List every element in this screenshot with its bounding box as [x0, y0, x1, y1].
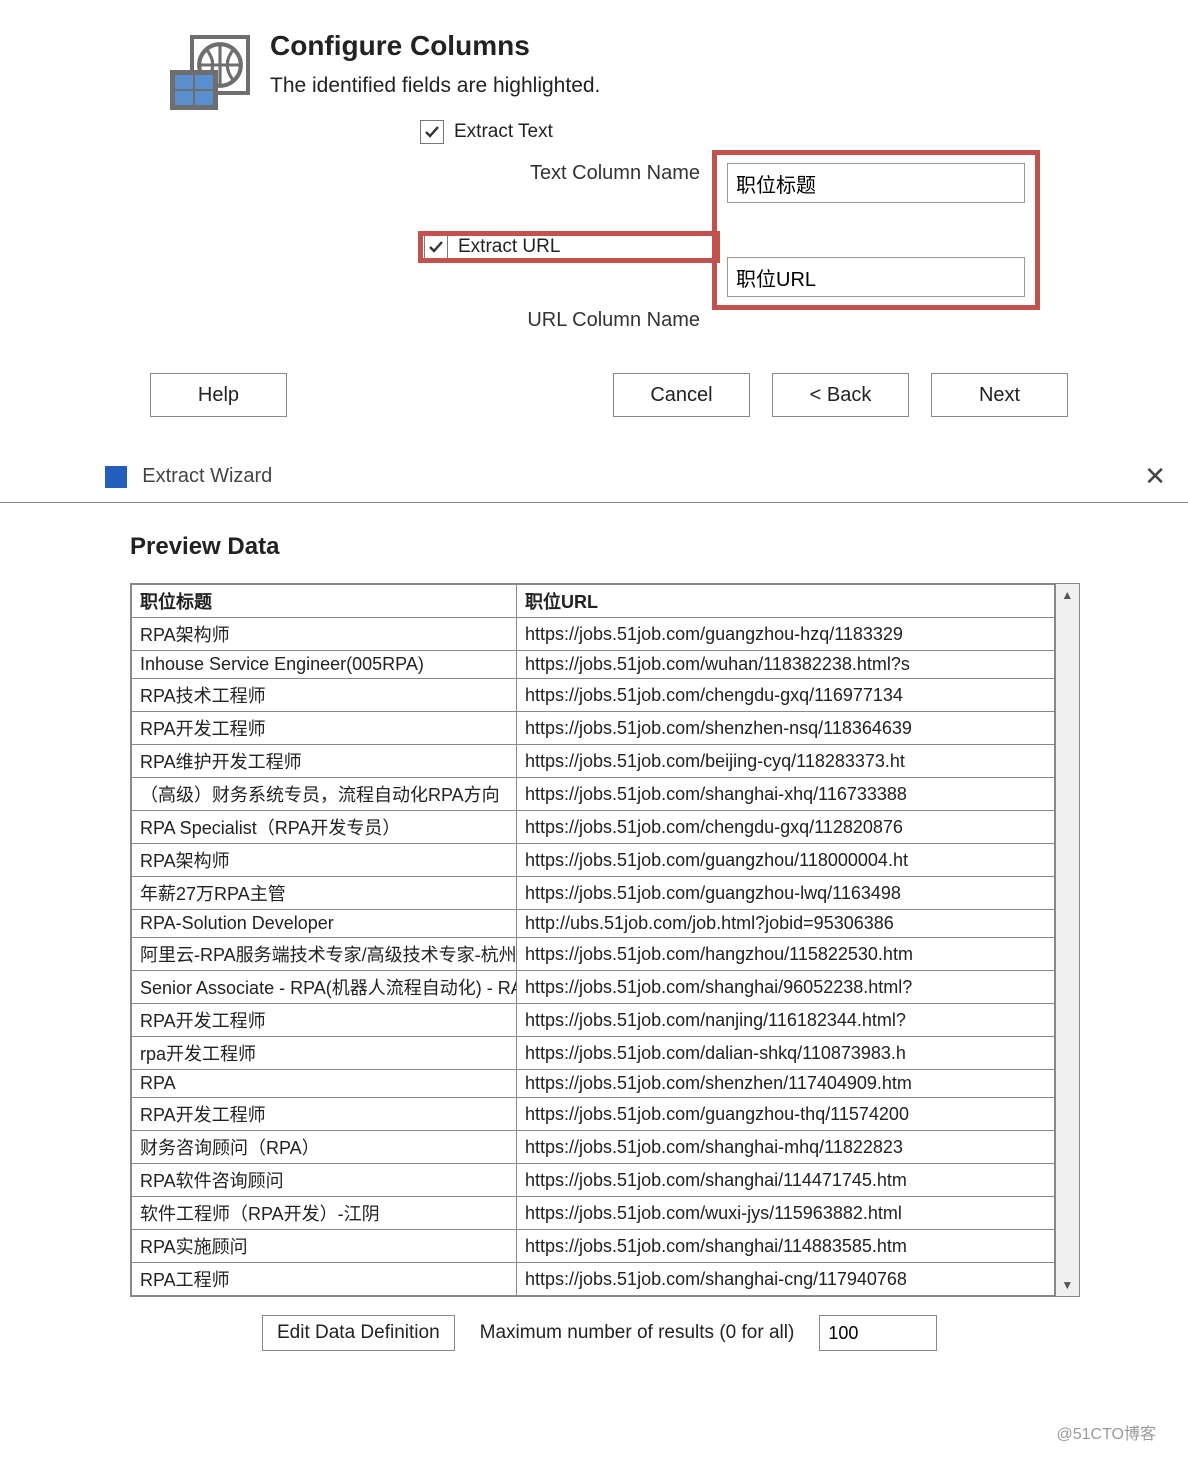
table-row[interactable]: RPA实施顾问https://jobs.51job.com/shanghai/1…	[132, 1230, 1055, 1263]
close-icon[interactable]: ✕	[1140, 461, 1170, 492]
max-results-label: Maximum number of results (0 for all)	[480, 1322, 795, 1344]
table-row[interactable]: RPA软件咨询顾问https://jobs.51job.com/shanghai…	[132, 1164, 1055, 1197]
table-cell: RPA架构师	[132, 844, 517, 877]
table-cell: https://jobs.51job.com/guangzhou/1180000…	[517, 844, 1055, 877]
preview-title: Preview Data	[130, 533, 1080, 561]
table-cell: https://jobs.51job.com/dalian-shkq/11087…	[517, 1037, 1055, 1070]
table-cell: https://jobs.51job.com/wuhan/118382238.h…	[517, 651, 1055, 679]
table-cell: RPA-Solution Developer	[132, 910, 517, 938]
table-row[interactable]: RPA Specialist（RPA开发专员）https://jobs.51jo…	[132, 811, 1055, 844]
table-cell: RPA架构师	[132, 618, 517, 651]
table-cell: rpa开发工程师	[132, 1037, 517, 1070]
table-cell: https://jobs.51job.com/nanjing/116182344…	[517, 1004, 1055, 1037]
text-column-input[interactable]	[727, 163, 1025, 203]
table-cell: https://jobs.51job.com/beijing-cyq/11828…	[517, 745, 1055, 778]
table-row[interactable]: 阿里云-RPA服务端技术专家/高级技术专家-杭州https://jobs.51j…	[132, 938, 1055, 971]
extract-url-label: Extract URL	[458, 236, 560, 258]
table-row[interactable]: RPA工程师https://jobs.51job.com/shanghai-cn…	[132, 1263, 1055, 1296]
back-button[interactable]: < Back	[772, 373, 909, 417]
table-cell: RPA开发工程师	[132, 712, 517, 745]
table-row[interactable]: RPA开发工程师https://jobs.51job.com/shenzhen-…	[132, 712, 1055, 745]
table-cell: http://ubs.51job.com/job.html?jobid=9530…	[517, 910, 1055, 938]
extract-text-label: Extract Text	[454, 121, 553, 143]
column-header[interactable]: 职位URL	[517, 585, 1055, 618]
table-cell: 财务咨询顾问（RPA）	[132, 1131, 517, 1164]
table-row[interactable]: 年薪27万RPA主管https://jobs.51job.com/guangzh…	[132, 877, 1055, 910]
extract-url-checkbox[interactable]	[424, 235, 448, 259]
scroll-down-icon[interactable]: ▼	[1061, 1278, 1073, 1292]
table-cell: RPA开发工程师	[132, 1098, 517, 1131]
table-cell: 年薪27万RPA主管	[132, 877, 517, 910]
table-cell: RPA工程师	[132, 1263, 517, 1296]
table-cell: https://jobs.51job.com/shanghai-cng/1179…	[517, 1263, 1055, 1296]
table-row[interactable]: RPA架构师https://jobs.51job.com/guangzhou-h…	[132, 618, 1055, 651]
table-cell: Senior Associate - RPA(机器人流程自动化) - RA_SI	[132, 971, 517, 1004]
table-row[interactable]: RPA开发工程师https://jobs.51job.com/nanjing/1…	[132, 1004, 1055, 1037]
table-cell: RPA	[132, 1070, 517, 1098]
table-row[interactable]: RPA架构师https://jobs.51job.com/guangzhou/1…	[132, 844, 1055, 877]
preview-table: 职位标题 职位URL RPA架构师https://jobs.51job.com/…	[130, 583, 1080, 1297]
table-cell: https://jobs.51job.com/guangzhou-hzq/118…	[517, 618, 1055, 651]
cancel-button[interactable]: Cancel	[613, 373, 750, 417]
extract-text-checkbox[interactable]	[420, 120, 444, 144]
wizard-title: Extract Wizard	[142, 465, 272, 487]
table-cell: https://jobs.51job.com/guangzhou-thq/115…	[517, 1098, 1055, 1131]
next-button[interactable]: Next	[931, 373, 1068, 417]
url-column-input[interactable]	[727, 257, 1025, 297]
table-row[interactable]: Inhouse Service Engineer(005RPA)https://…	[132, 651, 1055, 679]
table-cell: https://jobs.51job.com/shanghai/11488358…	[517, 1230, 1055, 1263]
table-cell: RPA技术工程师	[132, 679, 517, 712]
edit-data-definition-button[interactable]: Edit Data Definition	[262, 1315, 455, 1351]
table-cell: 阿里云-RPA服务端技术专家/高级技术专家-杭州	[132, 938, 517, 971]
table-row[interactable]: RPA开发工程师https://jobs.51job.com/guangzhou…	[132, 1098, 1055, 1131]
table-row[interactable]: RPA-Solution Developerhttp://ubs.51job.c…	[132, 910, 1055, 938]
table-row[interactable]: （高级）财务系统专员，流程自动化RPA方向https://jobs.51job.…	[132, 778, 1055, 811]
table-cell: https://jobs.51job.com/shanghai/96052238…	[517, 971, 1055, 1004]
table-cell: Inhouse Service Engineer(005RPA)	[132, 651, 517, 679]
table-row[interactable]: RPA维护开发工程师https://jobs.51job.com/beijing…	[132, 745, 1055, 778]
table-cell: （高级）财务系统专员，流程自动化RPA方向	[132, 778, 517, 811]
vertical-scrollbar[interactable]: ▲ ▼	[1055, 584, 1079, 1296]
table-cell: https://jobs.51job.com/shanghai-mhq/1182…	[517, 1131, 1055, 1164]
wizard-icon	[120, 20, 270, 110]
table-cell: RPA软件咨询顾问	[132, 1164, 517, 1197]
column-header[interactable]: 职位标题	[132, 585, 517, 618]
table-row[interactable]: RPAhttps://jobs.51job.com/shenzhen/11740…	[132, 1070, 1055, 1098]
table-cell: https://jobs.51job.com/shenzhen-nsq/1183…	[517, 712, 1055, 745]
table-cell: RPA维护开发工程师	[132, 745, 517, 778]
table-row[interactable]: RPA技术工程师https://jobs.51job.com/chengdu-g…	[132, 679, 1055, 712]
help-button[interactable]: Help	[150, 373, 287, 417]
table-cell: https://jobs.51job.com/chengdu-gxq/11282…	[517, 811, 1055, 844]
table-row[interactable]: 财务咨询顾问（RPA）https://jobs.51job.com/shangh…	[132, 1131, 1055, 1164]
table-cell: RPA开发工程师	[132, 1004, 517, 1037]
table-cell: https://jobs.51job.com/shanghai-xhq/1167…	[517, 778, 1055, 811]
table-row[interactable]: 软件工程师（RPA开发）-江阴https://jobs.51job.com/wu…	[132, 1197, 1055, 1230]
table-cell: RPA Specialist（RPA开发专员）	[132, 811, 517, 844]
table-row[interactable]: rpa开发工程师https://jobs.51job.com/dalian-sh…	[132, 1037, 1055, 1070]
table-cell: https://jobs.51job.com/guangzhou-lwq/116…	[517, 877, 1055, 910]
table-cell: 软件工程师（RPA开发）-江阴	[132, 1197, 517, 1230]
max-results-input[interactable]	[819, 1315, 937, 1351]
table-cell: https://jobs.51job.com/wuxi-jys/11596388…	[517, 1197, 1055, 1230]
highlighted-inputs	[712, 150, 1040, 310]
table-icon	[170, 70, 218, 110]
table-row[interactable]: Senior Associate - RPA(机器人流程自动化) - RA_SI…	[132, 971, 1055, 1004]
page-title: Configure Columns	[270, 30, 1068, 62]
wizard-logo-icon	[105, 466, 127, 488]
table-cell: https://jobs.51job.com/chengdu-gxq/11697…	[517, 679, 1055, 712]
scroll-up-icon[interactable]: ▲	[1061, 588, 1073, 602]
table-cell: https://jobs.51job.com/shanghai/11447174…	[517, 1164, 1055, 1197]
table-cell: https://jobs.51job.com/shenzhen/11740490…	[517, 1070, 1055, 1098]
watermark: @51CTO博客	[1056, 1420, 1156, 1444]
text-column-label: Text Column Name	[420, 162, 718, 185]
page-subtitle: The identified fields are highlighted.	[270, 74, 1068, 98]
url-column-label: URL Column Name	[420, 309, 718, 332]
table-cell: RPA实施顾问	[132, 1230, 517, 1263]
table-cell: https://jobs.51job.com/hangzhou/11582253…	[517, 938, 1055, 971]
